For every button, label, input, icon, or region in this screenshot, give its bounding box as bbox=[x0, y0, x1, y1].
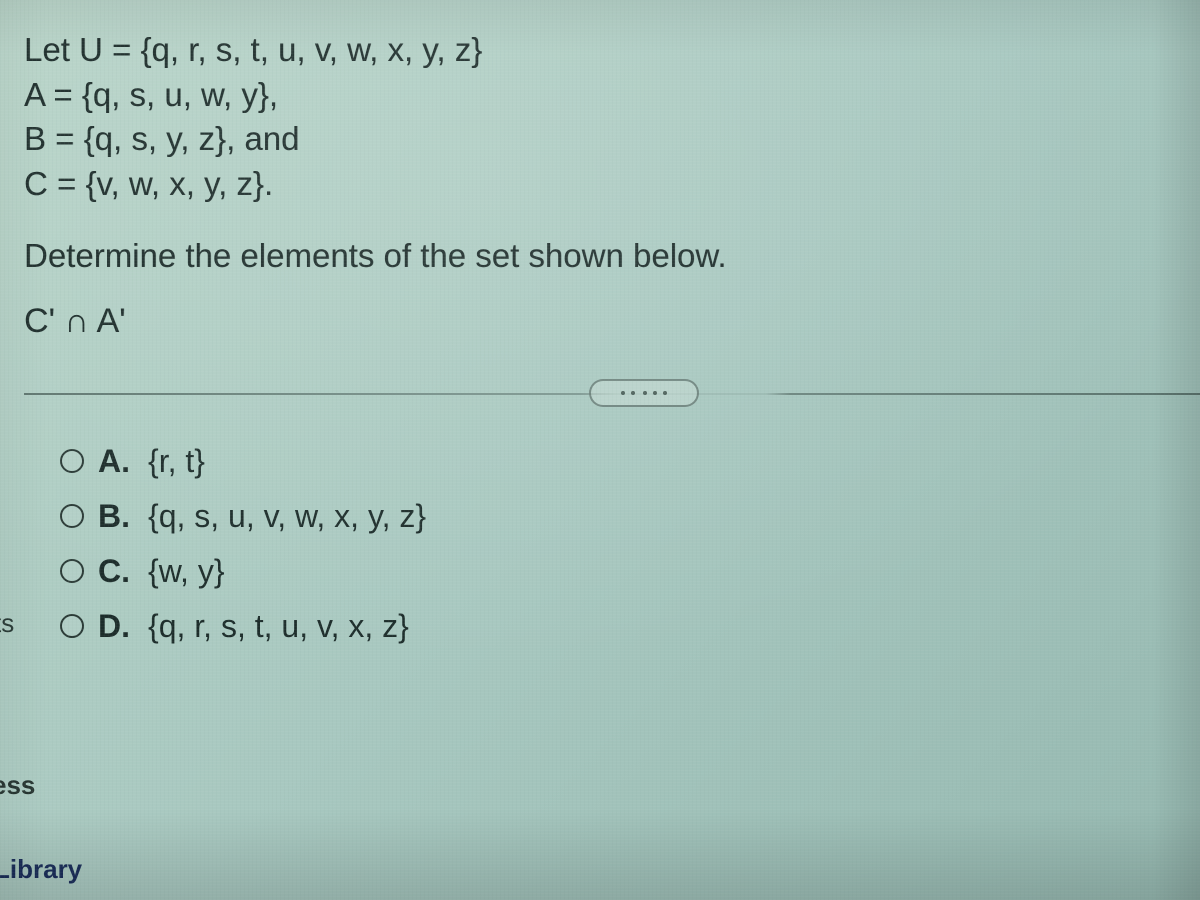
set-c-line: C = {v, w, x, y, z}. bbox=[24, 162, 1200, 207]
option-letter: A. bbox=[98, 443, 130, 480]
option-text: {q, r, s, t, u, v, x, z} bbox=[148, 608, 409, 645]
option-text: {w, y} bbox=[148, 553, 225, 590]
set-a-line: A = {q, s, u, w, y}, bbox=[24, 73, 1200, 118]
option-letter: D. bbox=[98, 608, 130, 645]
option-text: {q, s, u, v, w, x, y, z} bbox=[148, 498, 426, 535]
dot-icon bbox=[653, 391, 657, 395]
option-letter: C. bbox=[98, 553, 130, 590]
question-panel: Let U = {q, r, s, t, u, v, w, x, y, z} A… bbox=[0, 0, 1200, 645]
radio-icon[interactable] bbox=[60, 504, 84, 528]
side-label-library[interactable]: Library bbox=[0, 854, 82, 885]
instruction-text: Determine the elements of the set shown … bbox=[24, 234, 1200, 279]
set-b-line: B = {q, s, y, z}, and bbox=[24, 117, 1200, 162]
set-u-line: Let U = {q, r, s, t, u, v, w, x, y, z} bbox=[24, 28, 1200, 73]
radio-icon[interactable] bbox=[60, 559, 84, 583]
option-letter: B. bbox=[98, 498, 130, 535]
dot-icon bbox=[663, 391, 667, 395]
option-d[interactable]: D. {q, r, s, t, u, v, x, z} bbox=[60, 608, 1200, 645]
dot-icon bbox=[643, 391, 647, 395]
drag-handle-pill[interactable] bbox=[589, 379, 699, 407]
problem-statement: Let U = {q, r, s, t, u, v, w, x, y, z} A… bbox=[24, 28, 1200, 345]
option-text: {r, t} bbox=[148, 443, 205, 480]
answer-options: A. {r, t} B. {q, s, u, v, w, x, y, z} C.… bbox=[24, 431, 1200, 645]
radio-icon[interactable] bbox=[60, 614, 84, 638]
radio-icon[interactable] bbox=[60, 449, 84, 473]
side-label-ess: ess bbox=[0, 770, 35, 801]
dot-icon bbox=[621, 391, 625, 395]
option-a[interactable]: A. {r, t} bbox=[60, 443, 1200, 480]
divider-row bbox=[24, 379, 1200, 409]
dot-icon bbox=[631, 391, 635, 395]
expression-text: C' ∩ A' bbox=[24, 299, 1200, 345]
side-label-ts: ts bbox=[0, 608, 14, 639]
option-c[interactable]: C. {w, y} bbox=[60, 553, 1200, 590]
option-b[interactable]: B. {q, s, u, v, w, x, y, z} bbox=[60, 498, 1200, 535]
